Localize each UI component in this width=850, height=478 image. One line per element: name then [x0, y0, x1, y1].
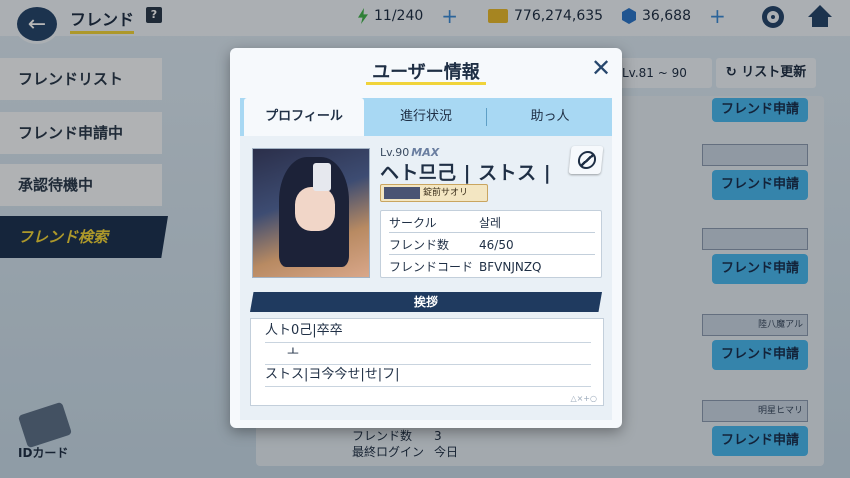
add-gem-button[interactable]: +: [709, 6, 726, 26]
friend-stats: フレンド数 3 最終ログイン 今日: [352, 428, 516, 460]
level-filter-dropdown[interactable]: Lv.81 ~ 90: [614, 58, 712, 88]
info-value: BFVNJNZQ: [479, 260, 542, 274]
info-row-friend-count: フレンド数 46/50: [389, 235, 595, 255]
greeting-line: 人ト0己|卒卒: [265, 321, 591, 343]
add-ap-button[interactable]: +: [441, 6, 458, 26]
banner-thumb: 明星ヒマリ: [702, 400, 808, 422]
button-glyph-mark: △×+○: [570, 394, 597, 403]
help-button[interactable]: ?: [146, 7, 162, 23]
profile-tabs: プロフィール 進行状況 助っ人: [240, 98, 612, 136]
friend-request-button[interactable]: フレンド申請: [712, 98, 808, 122]
info-row-circle: サークル 살레: [389, 213, 595, 233]
stat-value: 今日: [434, 445, 459, 459]
gem-counter: 36,688 +: [622, 6, 726, 26]
tab-progress[interactable]: 進行状況: [364, 98, 488, 136]
sidebar-item-pending-requests[interactable]: フレンド申請中: [0, 112, 162, 154]
back-button[interactable]: ←: [14, 4, 60, 44]
modal-title: ユーザー情報: [372, 62, 480, 83]
greeting-line: ストス|ヨ今今せ|せ|フ|: [265, 365, 591, 387]
list-item: フレンド申請: [604, 140, 810, 200]
sidebar-item-friend-search[interactable]: フレンド検索: [0, 216, 168, 258]
list-item: 陸八魔アル フレンド申請: [604, 310, 810, 370]
friend-request-button[interactable]: フレンド申請: [712, 340, 808, 370]
avatar: [252, 148, 370, 278]
info-label: フレンドコード: [389, 260, 474, 274]
user-name: ヘト므己 | ストス |: [380, 162, 552, 184]
info-label: フレンド数: [389, 238, 450, 252]
info-value: 살레: [479, 216, 502, 230]
credit-value: 776,274,635: [514, 8, 604, 24]
lightning-icon: [358, 8, 368, 24]
tab-profile[interactable]: プロフィール: [244, 98, 364, 136]
title-underline: [366, 82, 486, 85]
gem-value: 36,688: [642, 8, 691, 24]
id-card-label[interactable]: IDカード: [18, 444, 68, 461]
info-value: 46/50: [479, 238, 514, 252]
list-item: 明星ヒマリ フレンド申請: [604, 396, 810, 456]
refresh-list-label: リスト更新: [741, 65, 807, 80]
info-label: サークル: [389, 216, 437, 230]
tab-helper[interactable]: 助っ人: [488, 98, 612, 136]
greeting-header: 挨拶: [250, 292, 602, 312]
friend-request-button[interactable]: フレンド申請: [712, 170, 808, 200]
gear-icon[interactable]: [762, 6, 784, 28]
stat-label: フレンド数: [352, 429, 413, 443]
stat-label: 最終ログイン: [352, 445, 425, 459]
credit-counter: 776,274,635: [488, 8, 603, 24]
banner-thumb: 陸八魔アル: [702, 314, 808, 336]
sidebar-item-awaiting-approval[interactable]: 承認待機中: [0, 164, 162, 206]
home-icon[interactable]: [808, 5, 832, 27]
user-info-modal: ユーザー情報 ✕ プロフィール 進行状況 助っ人 Lv.90 MAX ヘト므己 |…: [230, 48, 622, 428]
greeting-box: 人ト0己|卒卒 ㅗ ストス|ヨ今今せ|せ|フ| △×+○: [250, 318, 604, 406]
friend-request-button[interactable]: フレンド申請: [712, 254, 808, 284]
gem-icon: [622, 8, 636, 24]
screen-title: フレンド: [70, 6, 135, 34]
greeting-line: ㅗ: [265, 343, 591, 365]
tab-divider: [486, 108, 487, 126]
credit-icon: [488, 9, 508, 23]
ap-counter: 11/240 +: [358, 6, 458, 26]
banner-thumb: [702, 144, 808, 166]
title-badge: 錠前サオリ: [380, 184, 488, 202]
sidebar-item-friend-list[interactable]: フレンドリスト: [0, 58, 162, 100]
arrow-left-icon: ←: [27, 11, 47, 37]
id-card-icon[interactable]: [17, 401, 73, 449]
refresh-list-button[interactable]: ↻ リスト更新: [716, 58, 816, 88]
ap-value: 11/240: [374, 8, 424, 24]
avatar-face: [295, 187, 335, 231]
block-icon[interactable]: [568, 146, 604, 174]
banner-thumb: [702, 228, 808, 250]
profile-panel: Lv.90 MAX ヘト므己 | ストス | 錠前サオリ サークル 살레 フレンド…: [240, 136, 612, 420]
close-icon[interactable]: ✕: [588, 56, 614, 82]
stat-value: 3: [434, 429, 442, 443]
friend-request-button[interactable]: フレンド申請: [712, 426, 808, 456]
avatar-ribbon: [313, 163, 331, 191]
info-row-friend-code: フレンドコード BFVNJNZQ: [389, 257, 595, 277]
list-item: フレンド申請: [604, 224, 810, 284]
user-info-table: サークル 살레 フレンド数 46/50 フレンドコード BFVNJNZQ: [380, 210, 602, 278]
